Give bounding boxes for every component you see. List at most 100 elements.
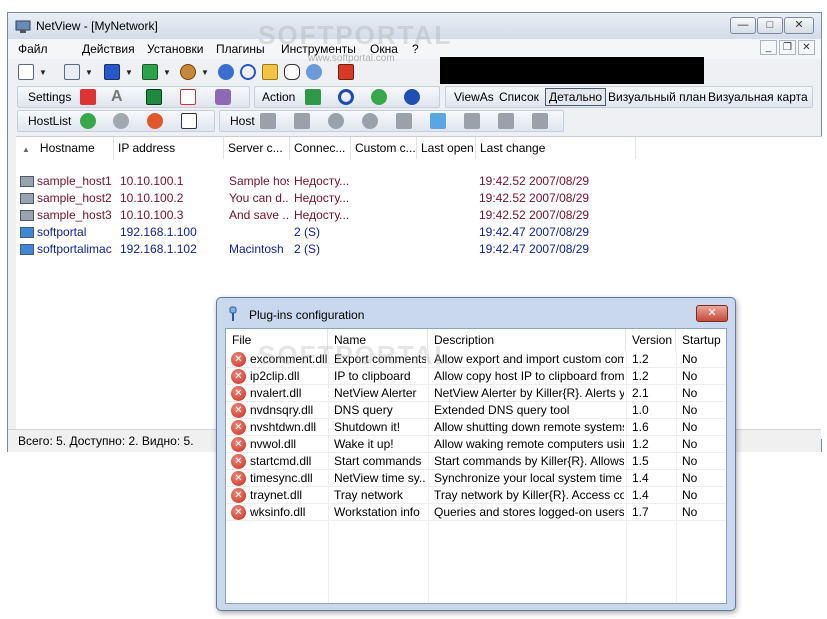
cell-description: Allow waking remote computers using... — [434, 437, 624, 451]
circle-icon[interactable] — [328, 113, 344, 129]
view-detail-button[interactable]: Детально — [545, 88, 606, 106]
check-green-icon[interactable] — [371, 89, 387, 105]
network-settings-icon[interactable] — [532, 113, 548, 129]
chevron-down-icon[interactable]: ▼ — [125, 68, 133, 77]
info-icon[interactable] — [396, 113, 412, 129]
table-row[interactable]: ✕ timesync.dll NetView time sy... Synchroni… — [226, 470, 726, 487]
table-row[interactable]: softportal 192.168.1.100 2 (S) 19:42.47 200… — [16, 224, 822, 241]
tools-icon[interactable] — [180, 64, 196, 80]
menu-actions[interactable]: Действия — [82, 42, 135, 56]
refresh-icon[interactable] — [338, 89, 354, 105]
plugin-icon[interactable] — [306, 64, 322, 80]
table-row[interactable]: ✕ nvdnsqry.dll DNS query Extended DNS query… — [226, 402, 726, 419]
cell-connection: Недосту... — [294, 174, 350, 188]
table-row[interactable]: ✕ nvshtdwn.dll Shutdown it! Allow shutting … — [226, 419, 726, 436]
column-header-hostname[interactable]: ▲ Hostname — [16, 137, 114, 159]
window-settings-icon[interactable] — [180, 89, 196, 105]
open-document-icon[interactable] — [64, 64, 80, 80]
computer-icon — [20, 227, 34, 238]
view-visual-map-button[interactable]: Визуальная карта — [708, 90, 808, 104]
action-toolbar: Action — [254, 86, 440, 108]
column-header-ip[interactable]: IP address — [114, 137, 224, 159]
close-button[interactable]: ✕ — [784, 17, 814, 34]
cell-startup: No — [682, 471, 698, 485]
terminal-icon[interactable] — [104, 64, 120, 80]
cell-startup: No — [682, 505, 698, 519]
status-text: Всего: 5. Доступно: 2. Видно: 5. — [18, 434, 194, 448]
monitor-remote-icon[interactable] — [498, 113, 514, 129]
font-icon[interactable]: A — [111, 88, 123, 106]
table-row[interactable]: sample_host3 10.10.100.3 And save ... Недос… — [16, 207, 822, 224]
monitor-icon[interactable] — [464, 113, 480, 129]
cell-name: Shutdown it! — [334, 420, 401, 434]
shield-icon[interactable] — [113, 113, 129, 129]
cell-connection: Недосту... — [294, 208, 350, 222]
folder-search-icon[interactable] — [262, 64, 278, 80]
column-header-connection[interactable]: Connec... — [290, 137, 351, 159]
table-row[interactable]: ✕ wksinfo.dll Workstation info Queries and … — [226, 504, 726, 521]
column-header-custom[interactable]: Custom c... — [351, 137, 417, 159]
network-icon[interactable] — [142, 64, 158, 80]
column-header-startup[interactable]: Startup — [676, 329, 726, 351]
mdi-close-button[interactable]: ✕ — [798, 40, 815, 55]
check-green-icon[interactable] — [80, 113, 96, 129]
view-visual-plan-button[interactable]: Визуальный план — [608, 90, 706, 104]
preferences-icon[interactable] — [215, 89, 231, 105]
computer-icon — [20, 244, 34, 255]
cell-version: 1.2 — [632, 437, 649, 451]
dialog-close-button[interactable]: ✕ — [696, 305, 728, 322]
badge-icon[interactable] — [147, 113, 163, 129]
connect-icon[interactable] — [305, 89, 321, 105]
chat-icon[interactable] — [284, 64, 300, 80]
column-header-last-open[interactable]: Last open — [417, 137, 476, 159]
chevron-down-icon[interactable]: ▼ — [85, 68, 93, 77]
chevron-down-icon[interactable]: ▼ — [163, 68, 171, 77]
cell-ip: 10.10.100.1 — [120, 174, 184, 188]
menu-settings[interactable]: Установки — [147, 42, 203, 56]
mdi-minimize-button[interactable]: _ — [760, 40, 777, 55]
cell-version: 1.2 — [632, 369, 649, 383]
column-header-description[interactable]: Description — [428, 329, 626, 351]
computer-icon — [20, 210, 34, 221]
chevron-down-icon[interactable]: ▼ — [39, 68, 47, 77]
share-icon[interactable] — [294, 113, 310, 129]
cell-custom — [355, 173, 415, 190]
menu-file[interactable]: Файл — [18, 42, 48, 56]
table-row[interactable]: softportalimac 192.168.1.102 Macintosh 2 (S… — [16, 241, 822, 258]
viewas-toolbar-label: ViewAs — [454, 90, 494, 104]
table-row[interactable]: ✕ startcmd.dll Start commands Start command… — [226, 453, 726, 470]
globe-icon[interactable] — [218, 64, 234, 80]
mdi-restore-button[interactable]: ❐ — [779, 40, 796, 55]
add-host-icon[interactable] — [430, 113, 446, 129]
table-row[interactable]: ✕ nvwol.dll Wake it up! Allow waking remote… — [226, 436, 726, 453]
column-header-last-change[interactable]: Last change — [476, 137, 636, 159]
view-list-button[interactable]: Список — [499, 90, 539, 104]
new-document-icon[interactable] — [18, 64, 34, 80]
maximize-button[interactable]: □ — [757, 17, 783, 34]
table-row[interactable]: ✕ traynet.dll Tray network Tray network by … — [226, 487, 726, 504]
settings-toolbar-label: Settings — [28, 90, 72, 104]
minimize-button[interactable]: — — [730, 17, 756, 34]
delete-settings-icon[interactable] — [80, 89, 96, 105]
cell-file: nvdnsqry.dll — [250, 403, 314, 417]
column-header-version[interactable]: Version — [626, 329, 676, 351]
window-title: NetView - [MyNetwork] — [36, 19, 158, 33]
cell-version: 1.2 — [632, 352, 649, 366]
error-icon: ✕ — [231, 369, 246, 384]
table-row[interactable]: ✕ nvalert.dll NetView Alerter NetView Alert… — [226, 385, 726, 402]
cell-last-change: 19:42.47 2007/08/29 — [479, 242, 590, 256]
properties-icon[interactable] — [181, 113, 197, 129]
column-header-server[interactable]: Server c... — [224, 137, 290, 159]
error-icon: ✕ — [231, 420, 246, 435]
display-settings-icon[interactable] — [146, 89, 162, 105]
toolbar-row-2: Settings A Action ViewAs Список Детально… — [8, 85, 821, 109]
table-row[interactable]: sample_host2 10.10.100.2 You can d... Недос… — [16, 190, 822, 207]
folder-icon[interactable] — [260, 113, 276, 129]
cell-ip: 10.10.100.2 — [120, 191, 184, 205]
stop-icon[interactable] — [362, 113, 378, 129]
check-blue-icon[interactable] — [404, 89, 420, 105]
search-icon[interactable] — [240, 64, 256, 80]
table-row[interactable]: sample_host1 10.10.100.1 Sample host Недост… — [16, 173, 822, 190]
chevron-down-icon[interactable]: ▼ — [201, 68, 209, 77]
power-off-icon[interactable] — [338, 64, 354, 80]
